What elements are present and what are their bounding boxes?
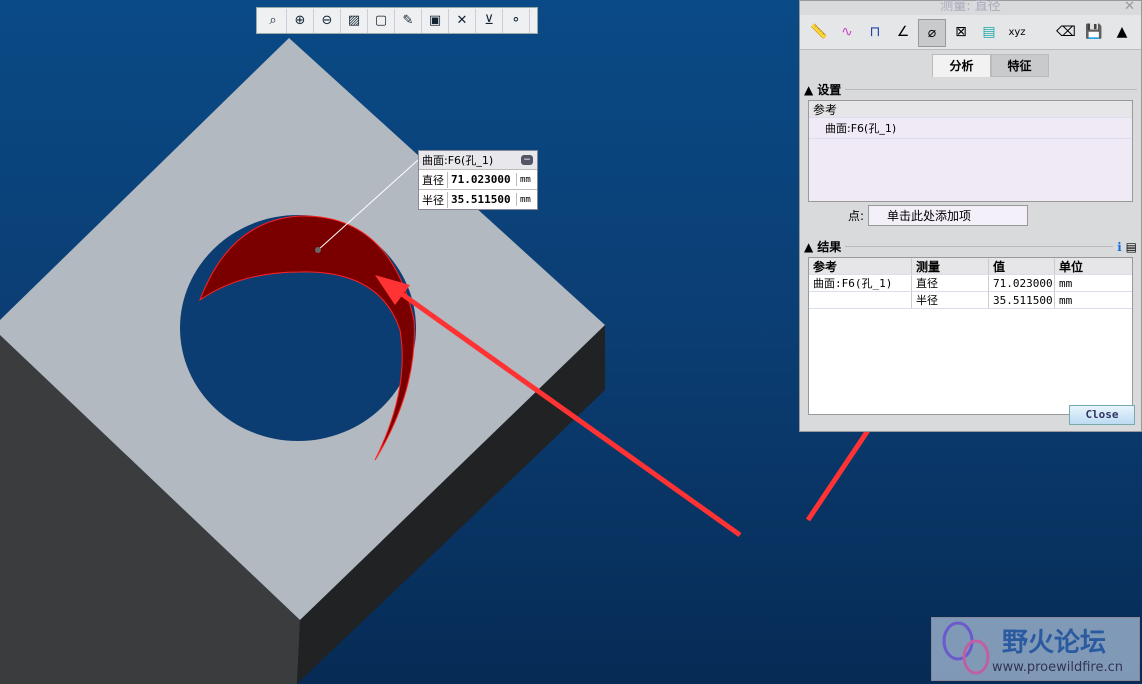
point-distance-icon[interactable]: ⊓ — [862, 19, 888, 45]
point-label: 点: — [848, 209, 865, 223]
tag-unit: mm — [520, 174, 531, 185]
diameter-icon[interactable]: ⌀ — [918, 19, 946, 47]
watermark-title: 野火论坛 — [1002, 628, 1107, 658]
ref-item[interactable]: 曲面:F6(孔_1) — [821, 118, 896, 138]
spin-center-icon[interactable]: ⊻ — [476, 8, 503, 33]
tab-analysis[interactable]: 分析 — [932, 54, 991, 77]
col-header: 测量 — [912, 258, 989, 274]
snapshot-icon[interactable]: ▣ — [422, 8, 449, 33]
datum-icon[interactable]: ✕ — [449, 8, 476, 33]
ref-header: 参考 — [813, 102, 838, 117]
col-header: 参考 — [809, 258, 912, 274]
refit-icon[interactable]: ▨ — [341, 8, 368, 33]
distance-icon[interactable]: ∿ — [834, 19, 860, 45]
reference-list[interactable]: 参考 曲面:F6(孔_1) — [808, 100, 1133, 202]
angle-icon[interactable]: ∠ — [890, 19, 916, 45]
network-icon[interactable]: ⚬ — [503, 8, 530, 33]
tag-title: 曲面:F6(孔_1) — [422, 154, 494, 167]
table-row[interactable]: 曲面:F6(孔_1) 直径 71.023000 mm — [809, 275, 1132, 292]
tag-label: 半径 — [419, 191, 448, 208]
view-toolbar: ⌕ ⊕ ⊖ ▨ ▢ ✎ ▣ ✕ ⊻ ⚬ — [256, 7, 538, 34]
zoom-window-icon[interactable]: ⌕ — [260, 8, 287, 33]
eraser-icon[interactable]: ⌫ — [1053, 19, 1079, 45]
collapse-icon[interactable]: − — [521, 155, 533, 165]
zoom-in-icon[interactable]: ⊕ — [287, 8, 314, 33]
collapse-icon[interactable]: ▲ — [804, 240, 813, 254]
tag-value: 71.023000 — [448, 173, 517, 186]
tag-unit: mm — [520, 194, 531, 205]
tag-label: 直径 — [419, 171, 448, 188]
dialog-title: 测量: 直径 — [940, 0, 1001, 14]
watermark-logo: 野火论坛 www.proewildfire.cn — [931, 617, 1140, 681]
results-heading: 结果 — [817, 240, 842, 254]
close-button[interactable]: Close — [1069, 405, 1135, 425]
view-style-icon[interactable]: ▢ — [368, 8, 395, 33]
col-header: 单位 — [1059, 259, 1084, 274]
watermark-url: www.proewildfire.cn — [992, 660, 1123, 675]
leader-point — [315, 247, 321, 253]
results-table: 参考 测量 值 单位 曲面:F6(孔_1) 直径 71.023000 mm 半径… — [808, 257, 1133, 415]
length-icon[interactable]: 📏 — [806, 19, 832, 45]
collapse-icon[interactable]: ▲ — [804, 83, 813, 97]
measure-dialog: 测量: 直径 ✕ 📏 ∿ ⊓ ∠ ⌀ ⊠ ▤ xyz ⌫ 💾 ▲ 分析 特征 ▲ 设… — [799, 0, 1142, 432]
collapse-icon[interactable]: ▲ — [1109, 19, 1135, 45]
save-icon[interactable]: 💾 — [1081, 19, 1107, 45]
tab-feature[interactable]: 特征 — [990, 54, 1049, 77]
col-header: 值 — [989, 258, 1055, 274]
point-collector[interactable]: 单击此处添加项 — [868, 205, 1029, 226]
report-icon[interactable]: ▤ — [1126, 240, 1137, 254]
transform-icon[interactable]: xyz — [1004, 19, 1030, 45]
annotation-icon[interactable]: ✎ — [395, 8, 422, 33]
measure-type-toolbar: 📏 ∿ ⊓ ∠ ⌀ ⊠ ▤ xyz ⌫ 💾 ▲ — [800, 15, 1141, 50]
area-icon[interactable]: ⊠ — [948, 19, 974, 45]
close-icon[interactable]: ✕ — [1124, 0, 1135, 13]
zoom-out-icon[interactable]: ⊖ — [314, 8, 341, 33]
measure-tag[interactable]: 曲面:F6(孔_1) − 直径 71.023000 mm 半径 35.511500 mm — [418, 150, 538, 210]
info-icon[interactable]: ℹ — [1117, 240, 1122, 254]
table-row[interactable]: 半径 35.511500 mm — [809, 292, 1132, 309]
volume-icon[interactable]: ▤ — [976, 19, 1002, 45]
tag-value: 35.511500 — [448, 193, 517, 206]
settings-heading: 设置 — [817, 83, 842, 97]
